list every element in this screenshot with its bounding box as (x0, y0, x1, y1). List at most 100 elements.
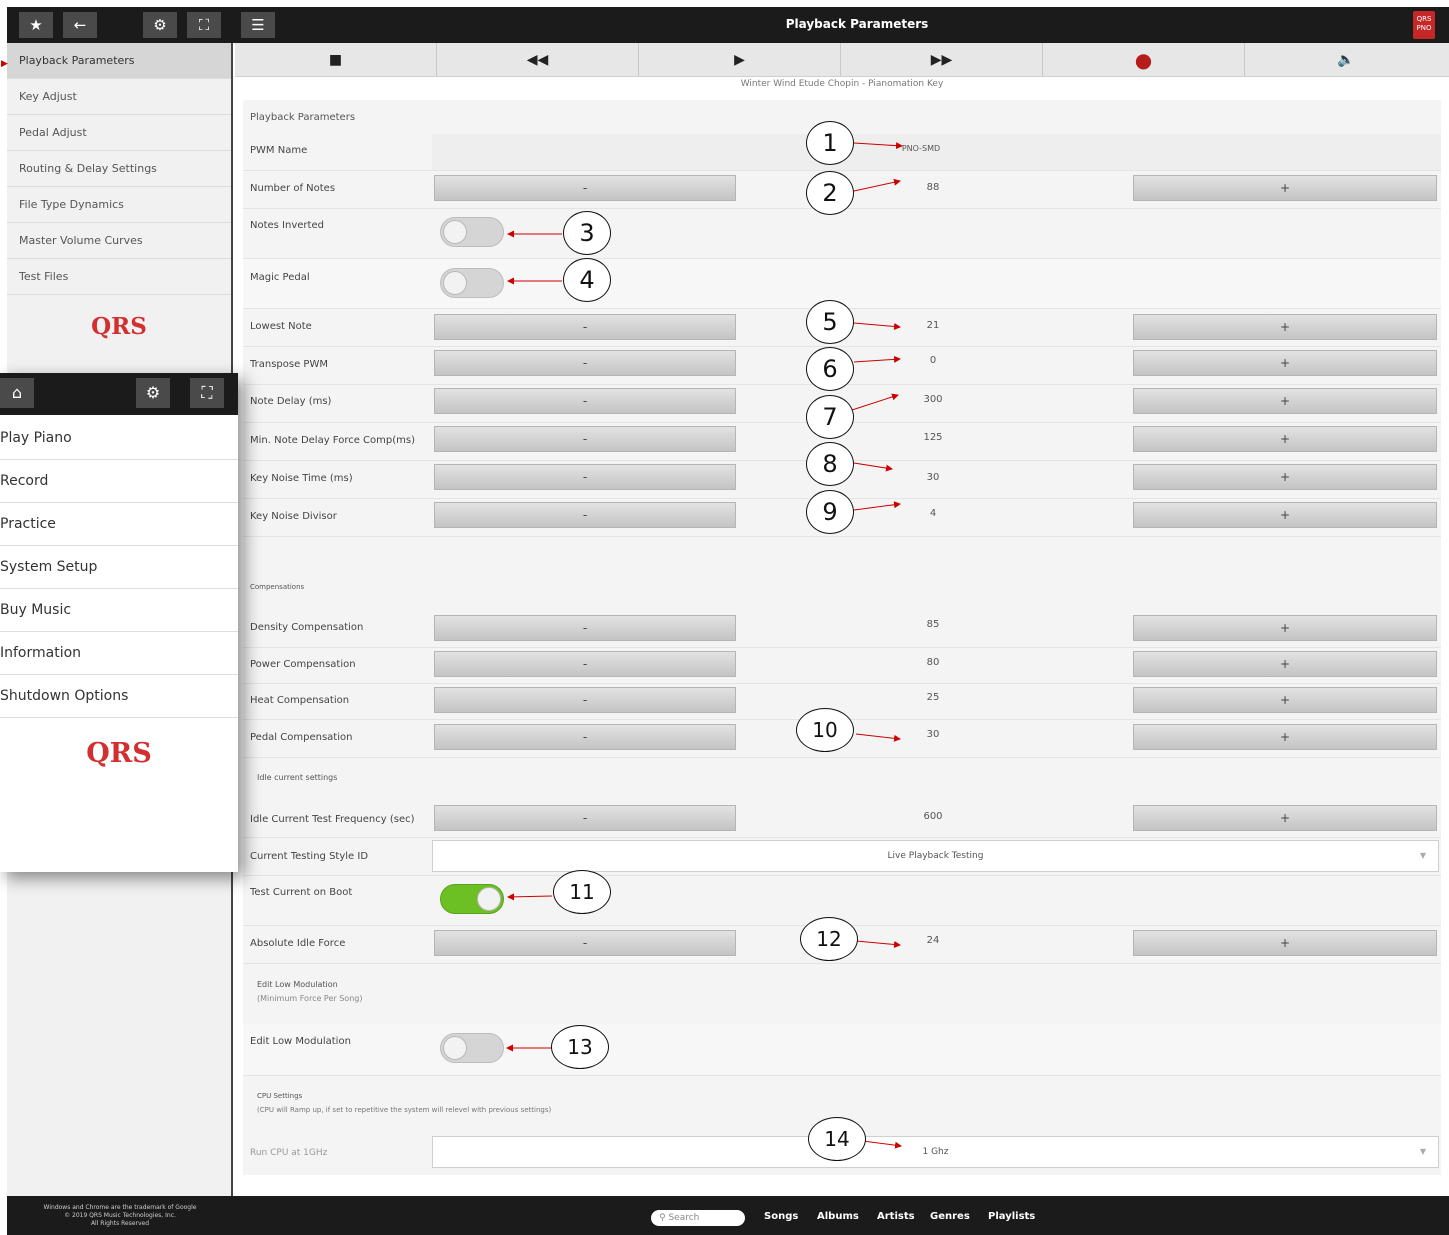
pwm-name-value: PNO-SMD (901, 144, 941, 153)
key-noise-divisor-label: Key Noise Divisor (250, 511, 337, 522)
stop-button[interactable]: ■ (235, 43, 437, 77)
lowest-note-minus-button[interactable]: - (434, 314, 736, 340)
sidebar-item-file-type-dynamics[interactable]: File Type Dynamics (7, 187, 231, 223)
key-noise-divisor-plus-button[interactable]: + (1133, 502, 1437, 528)
callout-4: 4 (563, 258, 611, 302)
density-compensation-minus-button[interactable]: - (434, 615, 736, 641)
number-of-notes-plus-button[interactable]: + (1133, 175, 1437, 201)
callout-9: 9 (806, 490, 854, 534)
section-title-cpu: CPU Settings (257, 1092, 303, 1100)
test-on-boot-toggle[interactable] (440, 884, 504, 914)
magic-pedal-label: Magic Pedal (250, 272, 310, 283)
testing-style-select[interactable]: Live Playback Testing ▼ (432, 840, 1439, 872)
nav-link-genres[interactable]: Genres (930, 1211, 970, 1222)
heat-compensation-minus-button[interactable]: - (434, 687, 736, 713)
transpose-pwm-plus-button[interactable]: + (1133, 350, 1437, 376)
heat-compensation-value: 25 (926, 692, 940, 703)
menu-item-shutdown-options[interactable]: Shutdown Options (0, 675, 238, 718)
note-delay-minus-button[interactable]: - (434, 388, 736, 414)
overlay-menu-list: Play Piano Record Practice System Setup … (0, 417, 238, 769)
active-arrow-icon: ▶ (1, 59, 8, 69)
menu-item-system-setup[interactable]: System Setup (0, 546, 238, 589)
notes-inverted-toggle[interactable] (440, 217, 504, 247)
key-noise-divisor-minus-button[interactable]: - (434, 502, 736, 528)
home-icon[interactable]: ⌂ (0, 378, 34, 408)
pedal-compensation-plus-button[interactable]: + (1133, 724, 1437, 750)
app-window: ★ ← ⚙ ⛶ ☰ Playback Parameters QRS PNO ▶ … (0, 0, 1449, 1235)
section-subtitle-low-modulation: (Minimum Force Per Song) (257, 994, 363, 1003)
key-noise-time-minus-button[interactable]: - (434, 464, 736, 490)
lowest-note-plus-button[interactable]: + (1133, 314, 1437, 340)
density-compensation-plus-button[interactable]: + (1133, 615, 1437, 641)
note-delay-plus-button[interactable]: + (1133, 388, 1437, 414)
callout-11: 11 (553, 870, 611, 914)
row-magic-pedal: Magic Pedal (243, 259, 1441, 309)
transpose-pwm-minus-button[interactable]: - (434, 350, 736, 376)
number-of-notes-minus-button[interactable]: - (434, 175, 736, 201)
sidebar-item-playback-parameters[interactable]: Playback Parameters (7, 43, 231, 79)
nav-link-albums[interactable]: Albums (817, 1211, 859, 1222)
nav-link-playlists[interactable]: Playlists (988, 1211, 1035, 1222)
menu-item-buy-music[interactable]: Buy Music (0, 589, 238, 632)
settings-icon[interactable]: ⚙ (136, 378, 170, 408)
row-idle-frequency: Idle Current Test Frequency (sec) - 600 … (243, 800, 1441, 838)
callout-13: 13 (551, 1025, 609, 1069)
volume-icon: 🔈 (1337, 52, 1355, 68)
power-compensation-minus-button[interactable]: - (434, 651, 736, 677)
absolute-idle-force-value: 24 (926, 935, 940, 946)
volume-button[interactable]: 🔈 (1245, 43, 1447, 77)
menu-item-information[interactable]: Information (0, 632, 238, 675)
page-title: Playback Parameters (785, 17, 929, 31)
fast-forward-button[interactable]: ▶▶ (841, 43, 1043, 77)
min-note-delay-minus-button[interactable]: - (434, 426, 736, 452)
parameters-panel: Playback Parameters PWM Name PNO-SMD Num… (243, 100, 1441, 1175)
sidebar-item-test-files[interactable]: Test Files (7, 259, 231, 295)
cpu-select[interactable]: 1 Ghz ▼ (432, 1136, 1439, 1168)
lowest-note-label: Lowest Note (250, 321, 312, 332)
back-icon[interactable]: ← (63, 12, 97, 38)
stop-icon: ■ (328, 52, 343, 68)
section-title-playback: Playback Parameters (250, 112, 356, 123)
rewind-button[interactable]: ◀◀ (437, 43, 639, 77)
menu-item-record[interactable]: Record (0, 460, 238, 503)
menu-item-practice[interactable]: Practice (0, 503, 238, 546)
absolute-idle-force-plus-button[interactable]: + (1133, 930, 1437, 956)
fullscreen-icon[interactable]: ⛶ (190, 378, 224, 408)
idle-frequency-minus-button[interactable]: - (434, 805, 736, 831)
play-icon: ▶ (734, 52, 745, 68)
section-title-idle: Idle current settings (257, 773, 338, 782)
toggle-knob (477, 887, 501, 911)
note-delay-value: 300 (923, 394, 943, 405)
nav-link-songs[interactable]: Songs (764, 1211, 798, 1222)
note-delay-label: Note Delay (ms) (250, 396, 332, 407)
heat-compensation-plus-button[interactable]: + (1133, 687, 1437, 713)
menu-icon[interactable]: ☰ (241, 12, 275, 38)
sidebar-item-master-volume-curves[interactable]: Master Volume Curves (7, 223, 231, 259)
key-noise-time-plus-button[interactable]: + (1133, 464, 1437, 490)
record-button[interactable]: ● (1043, 43, 1245, 77)
min-note-delay-plus-button[interactable]: + (1133, 426, 1437, 452)
callout-1: 1 (806, 121, 854, 165)
fullscreen-icon[interactable]: ⛶ (187, 12, 221, 38)
absolute-idle-force-minus-button[interactable]: - (434, 930, 736, 956)
idle-frequency-plus-button[interactable]: + (1133, 805, 1437, 831)
pedal-compensation-minus-button[interactable]: - (434, 724, 736, 750)
nav-link-artists[interactable]: Artists (877, 1211, 915, 1222)
sidebar-item-key-adjust[interactable]: Key Adjust (7, 79, 231, 115)
magic-pedal-toggle[interactable] (440, 268, 504, 298)
play-button[interactable]: ▶ (639, 43, 841, 77)
callout-6: 6 (806, 347, 854, 391)
power-compensation-plus-button[interactable]: + (1133, 651, 1437, 677)
callout-3: 3 (563, 211, 611, 255)
sidebar-item-pedal-adjust[interactable]: Pedal Adjust (7, 115, 231, 151)
transport-bar: ■ ◀◀ ▶ ▶▶ ● 🔈 (235, 43, 1449, 77)
menu-item-play-piano[interactable]: Play Piano (0, 417, 238, 460)
lowest-note-value: 21 (926, 320, 940, 331)
sidebar-item-routing-delay[interactable]: Routing & Delay Settings (7, 151, 231, 187)
search-input[interactable]: ⚲ Search (651, 1210, 745, 1226)
cpu-label: Run CPU at 1GHz (250, 1148, 328, 1158)
home-icon[interactable]: ★ (19, 12, 53, 38)
copyright-text: Windows and Chrome are the trademark of … (7, 1204, 233, 1228)
settings-icon[interactable]: ⚙ (143, 12, 177, 38)
low-modulation-toggle[interactable] (440, 1033, 504, 1063)
